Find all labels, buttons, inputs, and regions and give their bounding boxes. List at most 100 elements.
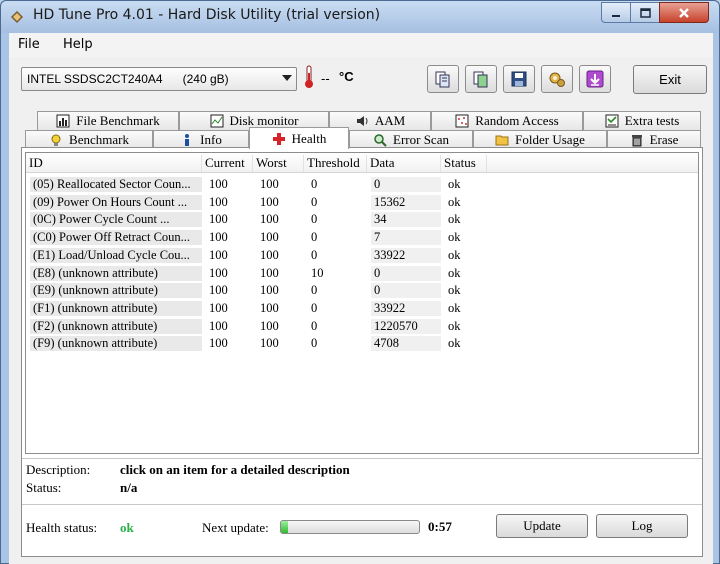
cell-id: (0C) Power Cycle Count ... (30, 212, 202, 228)
speaker-icon (356, 116, 368, 126)
app-logo-icon (11, 11, 23, 23)
tab-extra-tests[interactable]: Extra tests (583, 111, 701, 130)
info-icon (185, 134, 190, 146)
options-button[interactable] (541, 65, 573, 93)
cell-current: 100 (209, 318, 228, 333)
column-header-current[interactable]: Current (202, 155, 253, 172)
download-button[interactable] (579, 65, 611, 93)
folder-icon (495, 135, 509, 146)
table-row[interactable]: (0C) Power Cycle Count ... 100 100 0 34 ok (26, 211, 698, 229)
random-access-icon (455, 114, 469, 128)
next-update-label: Next update: (202, 520, 269, 535)
magnifier-icon (374, 134, 387, 147)
cell-id: (F2) (unknown attribute) (30, 318, 202, 334)
save-button[interactable] (503, 65, 535, 93)
disk-monitor-icon (210, 114, 223, 128)
tab-health[interactable]: Health (249, 127, 349, 149)
column-header-data[interactable]: Data (367, 155, 441, 172)
file-benchmark-icon (56, 114, 70, 128)
options-icon (549, 72, 565, 87)
cell-data: 33922 (371, 247, 441, 263)
cell-status: ok (448, 212, 461, 227)
column-header-worst[interactable]: Worst (253, 155, 304, 172)
cell-worst: 100 (260, 177, 279, 191)
cell-threshold: 10 (311, 265, 324, 280)
health-cross-icon (272, 132, 285, 145)
cell-id: (C0) Power Off Retract Coun... (30, 230, 202, 246)
title-bar[interactable]: HD Tune Pro 4.01 - Hard Disk Utility (tr… (1, 1, 719, 33)
table-row[interactable]: (F2) (unknown attribute) 100 100 0 1220570 ok (26, 318, 698, 336)
table-row[interactable]: (05) Reallocated Sector Coun... 100 100 0 0 o… (26, 176, 698, 194)
health-status-label: Health status: (26, 520, 98, 535)
maximize-button[interactable] (630, 2, 660, 23)
copy-info-button[interactable] (427, 65, 459, 93)
cell-threshold: 0 (311, 318, 318, 333)
cell-current: 100 (209, 194, 228, 209)
tab-label: Error Scan (393, 132, 449, 147)
tab-file-benchmark[interactable]: File Benchmark (37, 111, 179, 130)
smart-attribute-list[interactable]: ID Current Worst Threshold Data Status (… (25, 152, 699, 454)
close-icon (679, 7, 689, 18)
cell-status: ok (448, 318, 461, 333)
log-button[interactable]: Log (596, 514, 688, 538)
table-row[interactable]: (E1) Load/Unload Cycle Cou... 100 100 0 3392… (26, 247, 698, 265)
cell-current: 100 (209, 177, 228, 191)
copy-screenshot-button[interactable] (465, 65, 497, 93)
tab-random-access[interactable]: Random Access (431, 111, 583, 130)
table-row[interactable]: (C0) Power Off Retract Coun... 100 100 0 7 ok (26, 229, 698, 247)
cell-current: 100 (209, 265, 228, 280)
cell-current: 100 (209, 336, 228, 351)
chevron-down-icon (282, 75, 292, 81)
column-header-threshold[interactable]: Threshold (304, 155, 367, 172)
cell-status: ok (448, 283, 461, 298)
status-value: n/a (120, 480, 138, 495)
cell-threshold: 0 (311, 300, 318, 315)
table-row[interactable]: (F1) (unknown attribute) 100 100 0 33922 ok (26, 300, 698, 318)
cell-data: 33922 (371, 300, 441, 316)
minimize-button[interactable] (601, 2, 631, 23)
progress-fill (281, 521, 288, 533)
table-row[interactable]: (09) Power On Hours Count ... 100 100 0 1536… (26, 194, 698, 212)
close-button[interactable] (659, 2, 709, 23)
tab-label: Health (291, 130, 327, 146)
save-icon (511, 71, 527, 87)
update-button[interactable]: Update (496, 514, 588, 538)
copy-screenshot-icon (473, 71, 488, 88)
table-row[interactable]: (E9) (unknown attribute) 100 100 0 0 ok (26, 282, 698, 300)
cell-worst: 100 (260, 212, 279, 227)
exit-button[interactable]: Exit (633, 65, 707, 94)
table-header: ID Current Worst Threshold Data Status (26, 153, 698, 173)
benchmark-icon (51, 134, 61, 146)
health-panel: ID Current Worst Threshold Data Status (… (21, 147, 703, 557)
thermometer-icon (305, 65, 313, 88)
menu-file[interactable]: File (18, 37, 40, 52)
column-header-status[interactable]: Status (441, 155, 487, 172)
app-window: HD Tune Pro 4.01 - Hard Disk Utility (tr… (0, 0, 720, 564)
column-header-id[interactable]: ID (26, 155, 202, 172)
menu-bar: File Help (9, 33, 713, 57)
cell-worst: 100 (260, 318, 279, 333)
cell-data: 34 (371, 212, 441, 228)
tab-label: File Benchmark (76, 113, 160, 128)
cell-status: ok (448, 300, 461, 315)
menu-help[interactable]: Help (63, 37, 93, 52)
cell-status: ok (448, 177, 461, 191)
cell-status: ok (448, 194, 461, 209)
window-title: HD Tune Pro 4.01 - Hard Disk Utility (tr… (33, 7, 381, 23)
cell-data: 7 (371, 230, 441, 246)
temperature-unit: °C (339, 69, 354, 84)
cell-worst: 100 (260, 300, 279, 315)
cell-status: ok (448, 265, 461, 280)
cell-worst: 100 (260, 247, 279, 262)
table-row[interactable]: (E8) (unknown attribute) 100 100 10 0 ok (26, 265, 698, 283)
temperature-value: -- (321, 71, 330, 86)
drive-select[interactable]: INTEL SSDSC2CT240A4 (240 gB) (21, 67, 297, 91)
cell-id: (F9) (unknown attribute) (30, 336, 202, 352)
cell-id: (05) Reallocated Sector Coun... (30, 177, 202, 192)
cell-threshold: 0 (311, 336, 318, 351)
extra-tests-icon (605, 114, 619, 128)
status-label: Status: (26, 480, 62, 495)
minimize-icon (612, 14, 620, 17)
table-row[interactable]: (F9) (unknown attribute) 100 100 0 4708 ok (26, 335, 698, 353)
trash-icon (631, 135, 642, 147)
